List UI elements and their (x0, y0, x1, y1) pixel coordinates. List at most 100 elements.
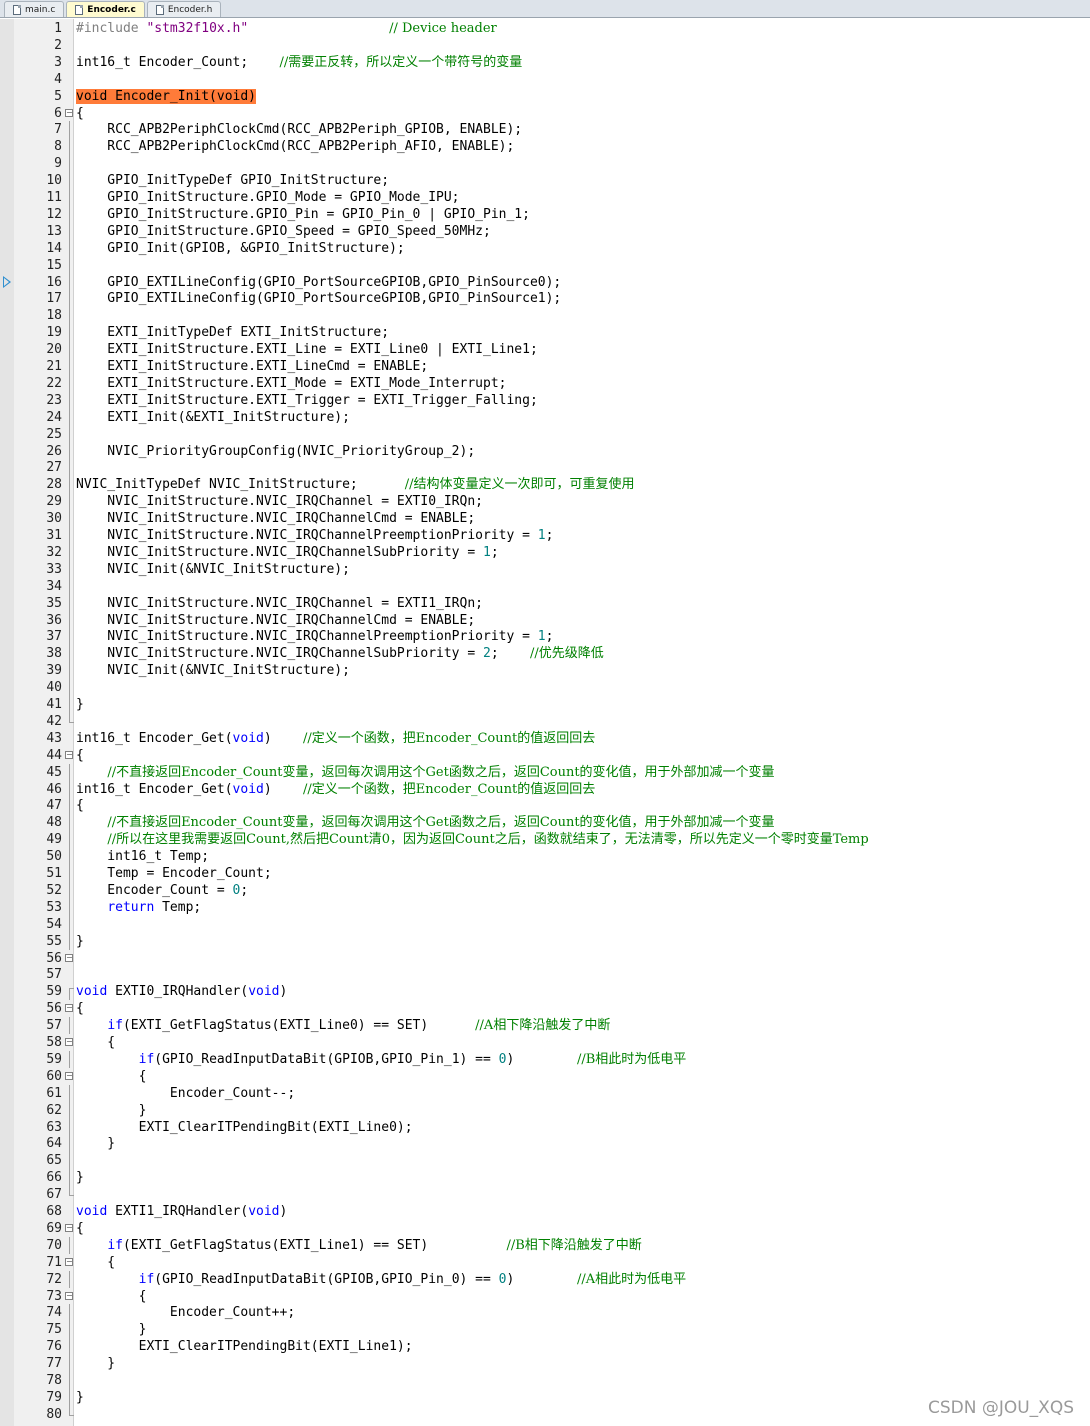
code-text[interactable]: } (76, 696, 84, 713)
code-line[interactable]: 51 Temp = Encoder_Count; (0, 865, 1090, 882)
code-line[interactable]: 33 NVIC_Init(&NVIC_InitStructure); (0, 560, 1090, 578)
code-text[interactable]: Encoder_Count = 0; (76, 882, 248, 899)
code-line[interactable]: 76 EXTI_ClearITPendingBit(EXTI_Line1); (0, 1338, 1090, 1356)
code-text[interactable]: if(EXTI_GetFlagStatus(EXTI_Line1) == SET… (76, 1237, 642, 1254)
code-line[interactable]: 13 GPIO_InitStructure.GPIO_Speed = GPIO_… (0, 222, 1090, 240)
code-text[interactable]: { (76, 1220, 84, 1237)
code-line[interactable]: 79} (0, 1388, 1090, 1406)
code-line[interactable]: 61 Encoder_Count--; (0, 1084, 1090, 1102)
code-text[interactable]: if(EXTI_GetFlagStatus(EXTI_Line0) == SET… (76, 1017, 610, 1034)
code-line[interactable]: 46 int16_t Encoder_Get(void) //定义一个函数，把En… (0, 780, 1090, 798)
code-line[interactable]: 52 Encoder_Count = 0; (0, 881, 1090, 899)
code-text[interactable]: int16_t Encoder_Count; //需要正反转，所以定义一个带符号… (76, 54, 522, 71)
code-line[interactable]: 67 (0, 1186, 1090, 1203)
code-text[interactable]: NVIC_InitStructure.NVIC_IRQChannelPreemp… (76, 527, 553, 544)
code-text[interactable]: return Temp; (76, 899, 201, 916)
code-text[interactable]: Encoder_Count++; (76, 1304, 295, 1321)
code-text[interactable]: EXTI_InitStructure.EXTI_Mode = EXTI_Mode… (76, 375, 506, 392)
code-text[interactable]: NVIC_InitTypeDef NVIC_InitStructure; //结… (76, 476, 635, 493)
code-area[interactable]: 1 #include "stm32f10x.h" // Device header… (0, 19, 1090, 1426)
code-line[interactable]: 64 } (0, 1135, 1090, 1153)
code-text[interactable]: { (76, 1254, 115, 1271)
code-text[interactable]: GPIO_InitStructure.GPIO_Speed = GPIO_Spe… (76, 223, 491, 240)
code-line[interactable]: 54 (0, 915, 1090, 933)
code-line[interactable]: 40 (0, 679, 1090, 697)
code-line[interactable]: 4 (0, 71, 1090, 88)
code-text[interactable]: NVIC_InitStructure.NVIC_IRQChannelCmd = … (76, 612, 475, 629)
code-line[interactable]: 38 NVIC_InitStructure.NVIC_IRQChannelSub… (0, 645, 1090, 663)
code-line[interactable]: 75 } (0, 1321, 1090, 1339)
code-text[interactable]: GPIO_InitStructure.GPIO_Mode = GPIO_Mode… (76, 189, 459, 206)
code-text[interactable]: GPIO_EXTILineConfig(GPIO_PortSourceGPIOB… (76, 274, 561, 291)
fold-toggle-icon[interactable]: − (65, 1291, 73, 1300)
code-text[interactable]: Encoder_Count--; (76, 1085, 295, 1102)
code-text[interactable]: //不直接返回Encoder_Count变量，返回每次调用这个Get函数之后，返… (76, 814, 774, 831)
code-text[interactable]: EXTI_Init(&EXTI_InitStructure); (76, 409, 350, 426)
code-line[interactable]: 69−{ (0, 1220, 1090, 1237)
fold-marker[interactable]: − (64, 950, 74, 967)
code-line[interactable]: 32 NVIC_InitStructure.NVIC_IRQChannelSub… (0, 543, 1090, 561)
fold-marker[interactable]: − (64, 1000, 74, 1017)
code-line[interactable]: 27 (0, 459, 1090, 477)
code-text[interactable]: NVIC_InitStructure.NVIC_IRQChannelSubPri… (76, 645, 603, 662)
fold-marker[interactable]: − (64, 1220, 74, 1237)
code-line[interactable]: 48 //不直接返回Encoder_Count变量，返回每次调用这个Get函数之… (0, 814, 1090, 832)
code-text[interactable]: Temp = Encoder_Count; (76, 865, 271, 882)
code-text[interactable]: #include "stm32f10x.h" // Device header (76, 20, 497, 37)
code-text[interactable]: if(GPIO_ReadInputDataBit(GPIOB,GPIO_Pin_… (76, 1271, 686, 1288)
code-text[interactable]: { (76, 1068, 147, 1085)
tab-encoder-h[interactable]: Encoder.h (146, 1, 222, 17)
code-line[interactable]: 41} (0, 696, 1090, 713)
code-line[interactable]: 60− { (0, 1068, 1090, 1085)
code-text[interactable]: EXTI_InitStructure.EXTI_LineCmd = ENABLE… (76, 358, 428, 375)
code-line[interactable]: 30 NVIC_InitStructure.NVIC_IRQChannelCmd… (0, 510, 1090, 528)
fold-toggle-icon[interactable]: − (65, 750, 73, 759)
fold-marker[interactable]: − (64, 1254, 74, 1271)
code-text[interactable]: NVIC_InitStructure.NVIC_IRQChannel = EXT… (76, 493, 483, 510)
code-line[interactable]: 20 EXTI_InitStructure.EXTI_Line = EXTI_L… (0, 341, 1090, 359)
code-line[interactable]: 56−{ (0, 1000, 1090, 1017)
code-text[interactable]: GPIO_Init(GPIOB, &GPIO_InitStructure); (76, 240, 404, 257)
code-line[interactable]: 43 int16_t Encoder_Get(void) //定义一个函数，把En… (0, 730, 1090, 747)
code-line[interactable]: 18 (0, 307, 1090, 325)
code-line[interactable]: 63 EXTI_ClearITPendingBit(EXTI_Line0); (0, 1118, 1090, 1136)
code-text[interactable]: void Encoder_Init(void) (76, 88, 257, 105)
fold-toggle-icon[interactable]: − (65, 1038, 73, 1046)
code-line[interactable]: 53 return Temp; (0, 898, 1090, 916)
code-line[interactable]: 70 if(EXTI_GetFlagStatus(EXTI_Line1) == … (0, 1236, 1090, 1254)
code-text[interactable]: } (76, 1169, 84, 1186)
fold-toggle-icon[interactable]: − (65, 1257, 73, 1266)
code-line[interactable]: 3 int16_t Encoder_Count; //需要正反转，所以定义一个带符… (0, 54, 1090, 71)
tab-main-c[interactable]: main.c (4, 1, 65, 17)
code-line[interactable]: 62 } (0, 1101, 1090, 1119)
code-text[interactable]: NVIC_InitStructure.NVIC_IRQChannel = EXT… (76, 595, 483, 612)
code-editor[interactable]: 1 #include "stm32f10x.h" // Device header… (0, 19, 1090, 1426)
code-line[interactable]: 42 (0, 712, 1090, 730)
code-line[interactable]: 78 (0, 1372, 1090, 1389)
code-line[interactable]: 39 NVIC_Init(&NVIC_InitStructure); (0, 662, 1090, 680)
code-text[interactable]: EXTI_ClearITPendingBit(EXTI_Line1); (76, 1338, 413, 1355)
code-line[interactable]: 17 GPIO_EXTILineConfig(GPIO_PortSourceGP… (0, 290, 1090, 308)
fold-marker[interactable]: − (64, 105, 74, 122)
code-line[interactable]: 2 (0, 37, 1090, 54)
code-text[interactable]: { (76, 105, 84, 122)
code-line[interactable]: 29 NVIC_InitStructure.NVIC_IRQChannel = … (0, 493, 1090, 511)
code-line[interactable]: 1 #include "stm32f10x.h" // Device header (0, 20, 1090, 37)
code-line[interactable]: 73− { (0, 1288, 1090, 1305)
code-text[interactable]: } (76, 1355, 115, 1372)
code-line[interactable]: 49 //所以在这里我需要返回Count,然后把Count清0，因为返回Coun… (0, 831, 1090, 849)
code-text[interactable]: { (76, 1288, 147, 1305)
code-text[interactable]: int16_t Encoder_Get(void) //定义一个函数，把Enco… (76, 730, 595, 747)
code-text[interactable]: void EXTI0_IRQHandler(void) (76, 983, 287, 1000)
code-text[interactable]: GPIO_EXTILineConfig(GPIO_PortSourceGPIOB… (76, 290, 561, 307)
fold-toggle-icon[interactable]: − (65, 1071, 73, 1080)
code-text[interactable]: { (76, 1034, 115, 1051)
code-line[interactable]: 22 EXTI_InitStructure.EXTI_Mode = EXTI_M… (0, 374, 1090, 392)
code-text[interactable]: { (76, 747, 84, 764)
fold-marker[interactable]: − (64, 1288, 74, 1305)
code-text[interactable]: EXTI_InitStructure.EXTI_Line = EXTI_Line… (76, 341, 537, 358)
code-text[interactable]: GPIO_InitStructure.GPIO_Pin = GPIO_Pin_0… (76, 206, 530, 223)
code-text[interactable]: } (76, 933, 84, 950)
code-line[interactable]: 68 void EXTI1_IRQHandler(void) (0, 1203, 1090, 1220)
code-text[interactable]: int16_t Encoder_Get(void) //定义一个函数，把Enco… (76, 781, 595, 798)
